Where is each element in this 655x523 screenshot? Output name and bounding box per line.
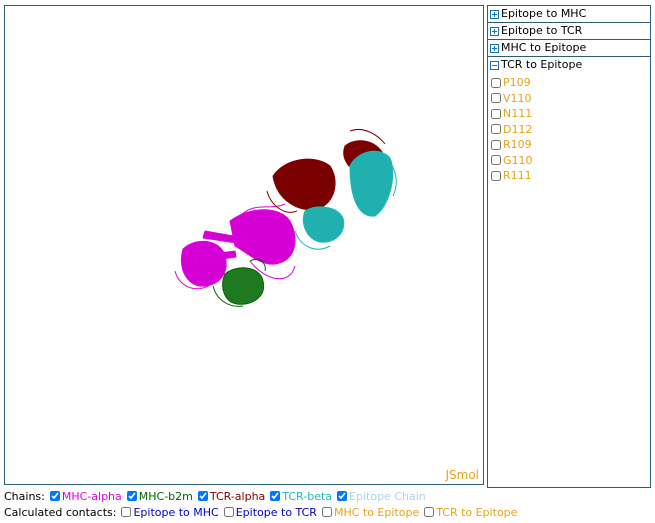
contacts-label: Calculated contacts: (4, 505, 117, 519)
chain-label: MHC-b2m (138, 489, 193, 503)
residue-checkbox[interactable] (491, 124, 501, 135)
chain-option-tcr-alpha[interactable]: TCR-alpha (195, 490, 265, 503)
chain-checkbox[interactable] (270, 491, 281, 501)
list-item: P109 (491, 75, 650, 91)
residue-checkbox[interactable] (491, 93, 501, 104)
contact-checkbox[interactable] (223, 507, 234, 517)
contact-option-epitope-to-tcr[interactable]: Epitope to TCR (221, 506, 317, 519)
chains-label: Chains: (4, 489, 45, 503)
chains-row: Chains: MHC-alpha MHC-b2m TCR-alpha TCR-… (4, 489, 428, 503)
contact-option-mhc-to-epitope[interactable]: MHC to Epitope (319, 506, 419, 519)
chain-option-mhc-alpha[interactable]: MHC-alpha (47, 490, 122, 503)
contact-option-epitope-to-mhc[interactable]: Epitope to MHC (118, 505, 219, 519)
chain-label: TCR-alpha (209, 489, 266, 503)
residue-checkbox[interactable] (491, 77, 501, 88)
chain-label: TCR-beta (282, 489, 333, 503)
list-item: V110 (491, 91, 650, 107)
residue-checkbox[interactable] (491, 155, 501, 166)
tcr-to-epitope-list: P109 V110 N111 D112 R109 G110 R111 (488, 73, 650, 184)
chain-option-epitope-chain[interactable]: Epitope Chain (334, 490, 426, 503)
residue-label: N111 (503, 107, 533, 121)
jsmol-viewer[interactable]: JSmol (4, 5, 484, 485)
residue-label: R109 (503, 138, 532, 152)
chain-option-mhc-b2m[interactable]: MHC-b2m (124, 490, 193, 503)
contact-label: Epitope to TCR (235, 505, 317, 519)
list-item: R109 (491, 137, 650, 153)
section-title: TCR to Epitope (501, 58, 583, 71)
expand-icon[interactable] (490, 26, 499, 36)
residue-label: R111 (503, 169, 532, 183)
list-item: N111 (491, 106, 650, 122)
list-item: R111 (491, 168, 650, 184)
residue-checkbox[interactable] (491, 139, 501, 150)
chain-label: MHC-alpha (61, 489, 122, 503)
chain-option-tcr-beta[interactable]: TCR-beta (267, 490, 332, 503)
residue-label: P109 (503, 76, 531, 90)
contact-label: Epitope to MHC (133, 505, 219, 519)
list-item: G110 (491, 153, 650, 169)
chain-checkbox[interactable] (49, 491, 60, 501)
contact-checkbox[interactable] (321, 507, 332, 517)
chain-label: Epitope Chain (349, 489, 426, 503)
contact-label: MHC to Epitope (333, 505, 420, 519)
collapse-icon[interactable] (490, 60, 499, 70)
chain-checkbox[interactable] (337, 491, 348, 501)
residue-checkbox[interactable] (491, 108, 501, 119)
contact-checkbox[interactable] (424, 507, 435, 517)
section-epitope-to-tcr[interactable]: Epitope to TCR (488, 23, 650, 40)
chain-checkbox[interactable] (197, 491, 208, 501)
list-item: D112 (491, 122, 650, 138)
chain-checkbox[interactable] (126, 491, 137, 501)
contact-option-tcr-to-epitope[interactable]: TCR to Epitope (421, 506, 517, 519)
section-title: Epitope to TCR (501, 24, 583, 37)
residue-checkbox[interactable] (491, 170, 501, 181)
residue-label: V110 (503, 91, 532, 105)
section-title: MHC to Epitope (501, 41, 587, 54)
section-mhc-to-epitope[interactable]: MHC to Epitope (488, 40, 650, 57)
expand-icon[interactable] (490, 9, 499, 19)
expand-icon[interactable] (490, 43, 499, 53)
residue-label: G110 (503, 153, 533, 167)
section-title: Epitope to MHC (501, 7, 587, 20)
section-tcr-to-epitope[interactable]: TCR to Epitope (488, 57, 650, 73)
contact-checkbox[interactable] (121, 507, 132, 517)
calculated-contacts-row: Calculated contacts: Epitope to MHC Epit… (4, 505, 519, 519)
protein-structure-render (174, 129, 397, 307)
section-epitope-to-mhc[interactable]: Epitope to MHC (488, 6, 650, 23)
jsmol-logo: JSmol (445, 468, 479, 482)
contact-label: TCR to Epitope (436, 505, 518, 519)
contacts-panel: Epitope to MHC Epitope to TCR MHC to Epi… (487, 5, 651, 488)
residue-label: D112 (503, 122, 533, 136)
